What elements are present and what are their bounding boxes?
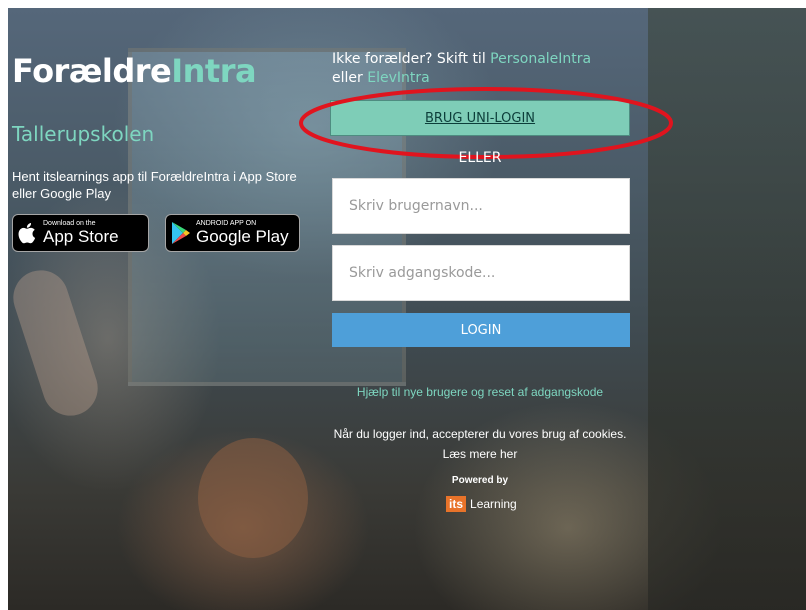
- powered-by-label: Powered by: [451, 475, 509, 486]
- foraeldreintra-logo: ForældreIntra: [12, 52, 257, 90]
- app-store-badge[interactable]: Download on the App Store: [12, 214, 149, 252]
- personaleintra-link[interactable]: PersonaleIntra: [490, 51, 591, 67]
- app-info-text: Hent itslearnings app til ForældreIntra …: [12, 169, 297, 201]
- switch-portal-text: Ikke forælder? Skift til PersonaleIntra …: [332, 51, 592, 86]
- cookies-notice[interactable]: Når du logger ind, accepterer du vores b…: [330, 424, 630, 464]
- app-store-label: App Store: [43, 227, 119, 246]
- google-play-badge[interactable]: ANDROID APP ON Google Play: [165, 214, 300, 252]
- login-button[interactable]: LOGIN: [332, 313, 630, 347]
- google-play-icon: [166, 221, 196, 245]
- google-play-label: Google Play: [196, 227, 289, 246]
- uni-login-button[interactable]: BRUG UNI-LOGIN: [330, 100, 630, 136]
- elevintra-link[interactable]: ElevIntra: [367, 70, 429, 86]
- school-name: Tallerupskolen: [12, 122, 155, 146]
- password-input[interactable]: [332, 245, 630, 301]
- or-divider: ELLER: [458, 150, 502, 166]
- apple-icon: [13, 220, 43, 246]
- itslearning-logo: its Learning: [446, 496, 517, 512]
- raised-arm: [8, 263, 105, 423]
- username-input[interactable]: [332, 178, 630, 234]
- help-link[interactable]: Hjælp til nye brugere og reset af adgang…: [350, 382, 610, 402]
- background-photo: [8, 8, 806, 610]
- child-head: [198, 438, 308, 558]
- background-shadow: [648, 8, 806, 610]
